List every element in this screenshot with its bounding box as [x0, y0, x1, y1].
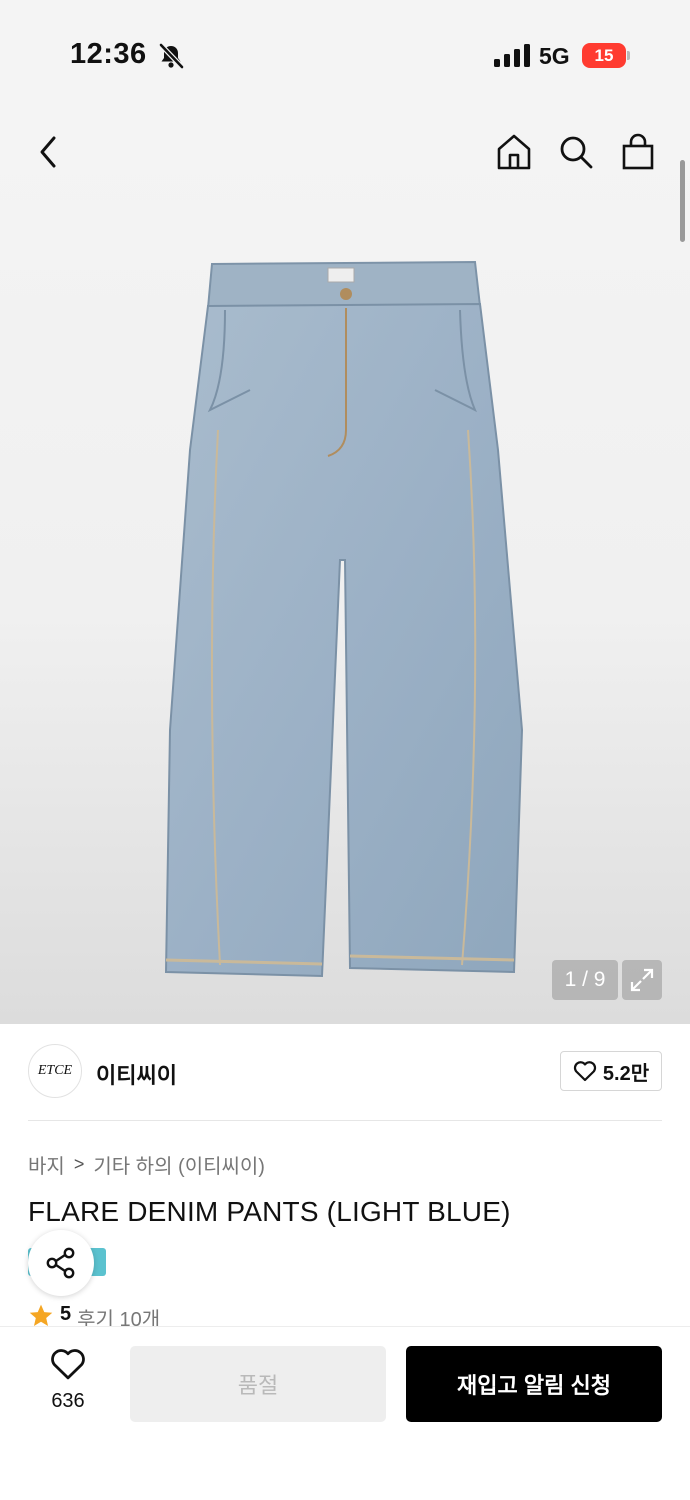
search-button[interactable]	[552, 128, 600, 176]
breadcrumb-subcategory[interactable]: 기타 하의 (이티씨이)	[93, 1150, 265, 1179]
network-type: 5G	[539, 43, 570, 69]
image-page-counter: 1 / 9	[552, 960, 618, 1000]
wishlist-count: 636	[51, 1390, 85, 1412]
brand-row: ETCE 이티씨이 5.2만	[28, 1044, 662, 1100]
share-icon	[46, 1247, 75, 1279]
home-icon	[497, 134, 531, 170]
brand-name[interactable]: 이티씨이	[96, 1058, 177, 1090]
shopping-bag-button[interactable]	[614, 128, 662, 176]
wishlist-button[interactable]: 636	[30, 1347, 106, 1417]
soldout-button: 품절	[130, 1346, 386, 1422]
divider	[28, 1120, 662, 1121]
rating-score: 5	[60, 1303, 72, 1325]
product-title: FLARE DENIM PANTS (LIGHT BLUE)	[28, 1196, 511, 1227]
share-button[interactable]	[28, 1230, 94, 1296]
chevron-right-icon: >	[73, 1154, 85, 1174]
battery-indicator: 15	[582, 43, 626, 68]
restock-alert-button[interactable]: 재입고 알림 신청	[406, 1346, 662, 1422]
status-time: 12:36	[70, 38, 147, 70]
signal-icon	[494, 44, 530, 67]
denim-pants-image	[164, 260, 524, 978]
expand-image-button[interactable]	[622, 960, 662, 1000]
breadcrumb-category[interactable]: 바지	[28, 1150, 65, 1179]
review-count-link[interactable]: 후기 10개	[77, 1303, 160, 1327]
brand-like-count: 5.2만	[602, 1062, 650, 1085]
breadcrumb: 바지 > 기타 하의 (이티씨이)	[28, 1150, 265, 1179]
bottom-action-bar: 636 품절 재입고 알림 신청	[0, 1326, 690, 1500]
heart-icon	[51, 1349, 85, 1380]
search-icon	[560, 136, 593, 169]
star-icon	[29, 1304, 53, 1326]
brand-logo[interactable]: ETCE	[28, 1044, 82, 1098]
battery-cap	[627, 51, 630, 60]
rating-row: 5 후기 10개	[28, 1303, 160, 1327]
status-bar: 12:36 5G 15	[0, 0, 690, 110]
shopping-bag-icon	[622, 133, 654, 170]
product-image-gallery[interactable]: 1 / 9	[0, 110, 690, 1024]
heart-icon	[573, 1061, 596, 1082]
back-button[interactable]	[24, 128, 72, 176]
scrollbar[interactable]	[680, 160, 685, 242]
home-button[interactable]	[490, 128, 538, 176]
back-icon	[40, 136, 56, 168]
brand-like-button[interactable]: 5.2만	[560, 1051, 662, 1091]
bell-off-icon	[159, 43, 184, 69]
expand-icon	[630, 968, 654, 992]
